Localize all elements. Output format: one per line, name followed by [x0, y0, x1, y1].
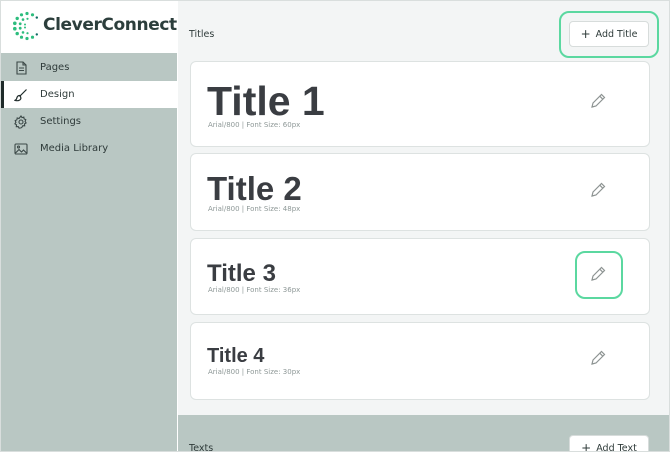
app-window: CleverConnect Pages Design Settings Medi…	[0, 0, 670, 452]
sidebar-item-label: Media Library	[40, 143, 109, 154]
pencil-icon[interactable]	[589, 181, 607, 199]
pencil-icon[interactable]	[589, 349, 607, 367]
sidebar-nav: Pages Design Settings Media Library	[1, 54, 177, 162]
title-preview: Title 1	[207, 78, 325, 124]
title-spec: Arial/800 | Font Size: 36px	[208, 286, 301, 294]
brand-name: CleverConnect	[43, 15, 177, 35]
texts-heading: Texts	[189, 443, 214, 452]
title-card: Title 1 Arial/800 | Font Size: 60px	[190, 61, 650, 147]
add-text-label: Add Text	[596, 442, 637, 452]
title-spec: Arial/800 | Font Size: 30px	[208, 368, 301, 376]
brush-icon	[13, 87, 29, 103]
sidebar-item-design[interactable]: Design	[1, 81, 177, 108]
title-card: Title 4 Arial/800 | Font Size: 30px	[190, 322, 650, 400]
sidebar-item-label: Settings	[40, 116, 82, 127]
texts-section: Texts + Add Text	[178, 415, 669, 452]
cleverconnect-logo-icon	[13, 11, 38, 41]
sidebar: CleverConnect Pages Design Settings Medi…	[1, 1, 177, 451]
image-icon	[13, 141, 29, 157]
document-icon	[13, 60, 29, 76]
sidebar-item-media-library[interactable]: Media Library	[1, 135, 177, 162]
add-title-label: Add Title	[595, 28, 638, 40]
add-text-button[interactable]: + Add Text	[569, 435, 649, 452]
title-preview: Title 3	[207, 260, 276, 287]
title-card: Title 2 Arial/800 | Font Size: 48px	[190, 153, 650, 231]
plus-icon: +	[581, 441, 592, 452]
sidebar-item-pages[interactable]: Pages	[1, 54, 177, 81]
gear-icon	[13, 114, 29, 130]
titles-heading: Titles	[189, 29, 215, 40]
sidebar-item-settings[interactable]: Settings	[1, 108, 177, 135]
title-spec: Arial/800 | Font Size: 48px	[208, 205, 301, 213]
sidebar-item-label: Pages	[40, 62, 70, 73]
sidebar-item-label: Design	[40, 89, 75, 100]
title-preview: Title 4	[207, 345, 265, 367]
plus-icon: +	[580, 27, 591, 41]
add-title-button[interactable]: + Add Title	[569, 21, 649, 47]
pencil-icon[interactable]	[589, 265, 607, 283]
title-preview: Title 2	[207, 170, 302, 207]
title-spec: Arial/800 | Font Size: 60px	[208, 121, 301, 129]
pencil-icon[interactable]	[589, 92, 607, 110]
title-card: Title 3 Arial/800 | Font Size: 36px	[190, 238, 650, 315]
logo-area: CleverConnect	[1, 1, 177, 53]
main-content: Titles + Add Title Title 1 Arial/800 | F…	[178, 1, 669, 452]
